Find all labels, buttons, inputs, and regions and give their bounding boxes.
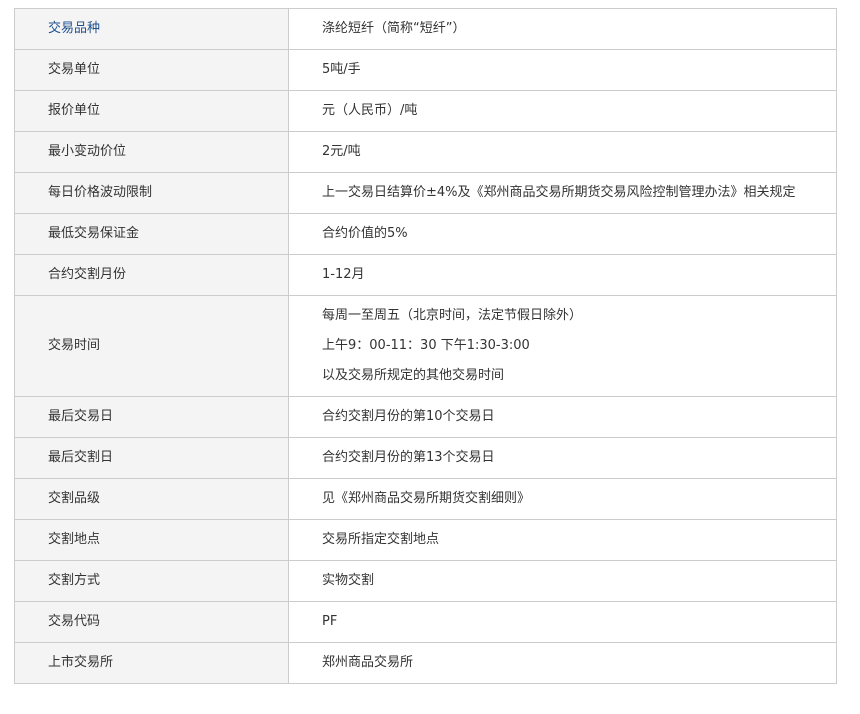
row-value-last-delivery-day: 合约交割月份的第13个交易日 — [288, 437, 837, 479]
table-row: 最小变动价位 2元/吨 — [14, 131, 837, 173]
row-label-min-tick: 最小变动价位 — [14, 131, 289, 173]
row-value-listing-exchange: 郑州商品交易所 — [288, 642, 837, 684]
row-value-delivery-method: 实物交割 — [288, 560, 837, 602]
row-label-quote-unit: 报价单位 — [14, 90, 289, 132]
row-value-last-trading-day: 合约交割月份的第10个交易日 — [288, 396, 837, 438]
row-label-trading-variety: 交易品种 — [14, 8, 289, 50]
table-row: 交易单位 5吨/手 — [14, 49, 837, 91]
row-value-trading-hours: 每周一至周五（北京时间，法定节假日除外） 上午9：00-11：30 下午1:30… — [288, 295, 837, 397]
table-row: 最低交易保证金 合约价值的5% — [14, 213, 837, 255]
row-label-delivery-location: 交割地点 — [14, 519, 289, 561]
row-label-min-margin: 最低交易保证金 — [14, 213, 289, 255]
table-row: 交易时间 每周一至周五（北京时间，法定节假日除外） 上午9：00-11：30 下… — [14, 295, 837, 397]
table-row: 交割方式 实物交割 — [14, 560, 837, 602]
table-row: 报价单位 元（人民币）/吨 — [14, 90, 837, 132]
row-label-trading-hours: 交易时间 — [14, 295, 289, 397]
table-row: 每日价格波动限制 上一交易日结算价±4%及《郑州商品交易所期货交易风险控制管理办… — [14, 172, 837, 214]
table-row: 合约交割月份 1-12月 — [14, 254, 837, 296]
table-row: 上市交易所 郑州商品交易所 — [14, 642, 837, 684]
trading-hours-line-2: 上午9：00-11：30 下午1:30-3:00 — [322, 338, 530, 353]
table-row: 最后交割日 合约交割月份的第13个交易日 — [14, 437, 837, 479]
row-value-delivery-months: 1-12月 — [288, 254, 837, 296]
row-label-delivery-months: 合约交割月份 — [14, 254, 289, 296]
row-value-min-margin: 合约价值的5% — [288, 213, 837, 255]
trading-hours-line-3: 以及交易所规定的其他交易时间 — [322, 368, 505, 383]
table-row: 交易代码 PF — [14, 601, 837, 643]
row-label-trading-unit: 交易单位 — [14, 49, 289, 91]
trading-hours-line-1: 每周一至周五（北京时间，法定节假日除外） — [322, 308, 583, 323]
row-label-last-delivery-day: 最后交割日 — [14, 437, 289, 479]
row-value-trading-variety: 涤纶短纤（简称“短纤”） — [288, 8, 837, 50]
row-value-delivery-location: 交易所指定交割地点 — [288, 519, 837, 561]
row-value-min-tick: 2元/吨 — [288, 131, 837, 173]
row-value-trading-unit: 5吨/手 — [288, 49, 837, 91]
row-value-daily-limit: 上一交易日结算价±4%及《郑州商品交易所期货交易风险控制管理办法》相关规定 — [288, 172, 837, 214]
table-row: 交割品级 见《郑州商品交易所期货交割细则》 — [14, 478, 837, 520]
row-value-trading-code: PF — [288, 601, 837, 643]
row-value-delivery-grade: 见《郑州商品交易所期货交割细则》 — [288, 478, 837, 520]
contract-spec-table: 交易品种 涤纶短纤（简称“短纤”） 交易单位 5吨/手 报价单位 元（人民币）/… — [14, 8, 837, 684]
table-row: 最后交易日 合约交割月份的第10个交易日 — [14, 396, 837, 438]
row-label-delivery-grade: 交割品级 — [14, 478, 289, 520]
row-label-listing-exchange: 上市交易所 — [14, 642, 289, 684]
table-row: 交易品种 涤纶短纤（简称“短纤”） — [14, 8, 837, 50]
row-value-quote-unit: 元（人民币）/吨 — [288, 90, 837, 132]
row-label-delivery-method: 交割方式 — [14, 560, 289, 602]
row-label-trading-code: 交易代码 — [14, 601, 289, 643]
row-label-daily-limit: 每日价格波动限制 — [14, 172, 289, 214]
table-row: 交割地点 交易所指定交割地点 — [14, 519, 837, 561]
row-label-last-trading-day: 最后交易日 — [14, 396, 289, 438]
